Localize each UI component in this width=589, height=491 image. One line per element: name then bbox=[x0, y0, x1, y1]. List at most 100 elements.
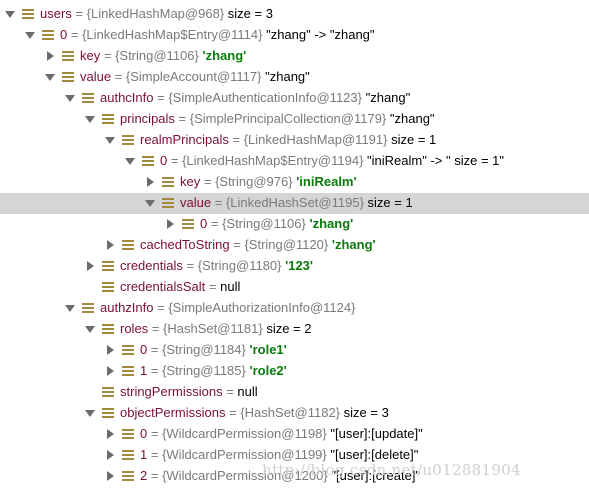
tree-row-text: credentials = {String@1180} '123' bbox=[120, 258, 313, 274]
equals-sign: = bbox=[174, 111, 190, 126]
field-type-id: {String@1185} bbox=[162, 363, 246, 378]
string-value: 'zhang' bbox=[309, 216, 354, 231]
field-type-id: {HashSet@1182} bbox=[240, 405, 341, 420]
field-type-id: {SimpleAccount@1117} bbox=[125, 69, 262, 84]
expand-arrow-down-icon[interactable] bbox=[125, 158, 135, 165]
collapse-arrow-right-icon[interactable] bbox=[147, 177, 154, 187]
field-type-id: {String@976} bbox=[215, 174, 293, 189]
field-type-id: {LinkedHashMap@1191} bbox=[243, 132, 388, 147]
field-icon bbox=[62, 51, 74, 62]
collapse-arrow-right-icon[interactable] bbox=[87, 261, 94, 271]
expand-arrow-down-icon[interactable] bbox=[85, 116, 95, 123]
field-name: roles bbox=[120, 321, 149, 336]
debugger-variables-tree: users = {LinkedHashMap@968} size = 3 0 = … bbox=[0, 0, 589, 491]
field-value-description: "iniRealm" -> " size = 1" bbox=[367, 153, 504, 168]
tree-row[interactable]: users = {LinkedHashMap@968} size = 3 bbox=[0, 4, 589, 25]
field-name: authzInfo bbox=[100, 300, 154, 315]
tree-row-text: 0 = {LinkedHashMap$Entry@1194} "iniRealm… bbox=[160, 153, 504, 169]
tree-row-text: 0 = {String@1106} 'zhang' bbox=[200, 216, 353, 232]
field-value-description: null bbox=[237, 384, 258, 399]
collection-size: size = 3 bbox=[343, 405, 389, 420]
field-icon bbox=[142, 156, 154, 167]
field-icon bbox=[122, 135, 134, 146]
field-icon bbox=[22, 9, 34, 20]
collapse-arrow-right-icon[interactable] bbox=[107, 450, 114, 460]
tree-row[interactable]: 0 = {String@1184} 'role1' bbox=[0, 340, 589, 361]
collapse-arrow-right-icon[interactable] bbox=[107, 240, 114, 250]
collection-size: size = 2 bbox=[266, 321, 312, 336]
field-type-id: {LinkedHashMap$Entry@1194} bbox=[182, 153, 364, 168]
expand-arrow-down-icon[interactable] bbox=[85, 326, 95, 333]
tree-row[interactable]: key = {String@976} 'iniRealm' bbox=[0, 172, 589, 193]
tree-row-text: key = {String@976} 'iniRealm' bbox=[180, 174, 357, 190]
equals-sign: = bbox=[200, 174, 216, 189]
expand-arrow-down-icon[interactable] bbox=[5, 11, 15, 18]
tree-row[interactable]: value = {LinkedHashSet@1195} size = 1 bbox=[0, 193, 589, 214]
tree-row-text: authzInfo = {SimpleAuthorizationInfo@112… bbox=[100, 300, 355, 316]
expand-arrow-down-icon[interactable] bbox=[105, 137, 115, 144]
field-type-id: {HashSet@1181} bbox=[163, 321, 263, 336]
field-type-id: {String@1106} bbox=[115, 48, 199, 63]
tree-row[interactable]: authzInfo = {SimpleAuthorizationInfo@112… bbox=[0, 298, 589, 319]
field-type-id: {WildcardPermission@1199} bbox=[162, 447, 327, 462]
field-value-description: "zhang" bbox=[389, 111, 435, 126]
collapse-arrow-right-icon[interactable] bbox=[107, 345, 114, 355]
tree-row[interactable]: realmPrincipals = {LinkedHashMap@1191} s… bbox=[0, 130, 589, 151]
tree-row[interactable]: 0 = {String@1106} 'zhang' bbox=[0, 214, 589, 235]
tree-row-text: key = {String@1106} 'zhang' bbox=[80, 48, 246, 64]
collapse-arrow-right-icon[interactable] bbox=[47, 51, 54, 61]
field-icon bbox=[122, 450, 134, 461]
field-value-description: "zhang" bbox=[265, 69, 310, 84]
tree-row[interactable]: 0 = {WildcardPermission@1198} "[user]:[u… bbox=[0, 424, 589, 445]
tree-row[interactable]: 0 = {LinkedHashMap$Entry@1194} "iniRealm… bbox=[0, 151, 589, 172]
expand-arrow-down-icon[interactable] bbox=[25, 32, 35, 39]
field-type-id: {WildcardPermission@1198} bbox=[162, 426, 327, 441]
expand-arrow-down-icon[interactable] bbox=[145, 200, 155, 207]
equals-sign: = bbox=[229, 237, 245, 252]
field-value-description: null bbox=[220, 279, 241, 294]
field-icon bbox=[82, 303, 94, 314]
tree-row[interactable]: credentialsSalt = null bbox=[0, 277, 589, 298]
field-type-id: {LinkedHashMap@968} bbox=[86, 6, 225, 21]
field-icon bbox=[162, 198, 174, 209]
field-icon bbox=[62, 72, 74, 83]
tree-row[interactable]: roles = {HashSet@1181} size = 2 bbox=[0, 319, 589, 340]
tree-row[interactable]: 1 = {String@1185} 'role2' bbox=[0, 361, 589, 382]
tree-row-text: roles = {HashSet@1181} size = 2 bbox=[120, 321, 312, 337]
field-name: realmPrincipals bbox=[140, 132, 229, 147]
field-name: value bbox=[80, 69, 112, 84]
field-value-description: "[user]:[delete]" bbox=[330, 447, 419, 462]
equals-sign: = bbox=[100, 48, 116, 63]
field-icon bbox=[162, 177, 174, 188]
tree-row-text: 1 = {String@1185} 'role2' bbox=[140, 363, 287, 379]
field-icon bbox=[122, 429, 134, 440]
equals-sign: = bbox=[71, 6, 87, 21]
tree-row[interactable]: principals = {SimplePrincipalCollection@… bbox=[0, 109, 589, 130]
collapse-arrow-right-icon[interactable] bbox=[107, 471, 114, 481]
tree-row[interactable]: 0 = {LinkedHashMap$Entry@1114} "zhang" -… bbox=[0, 25, 589, 46]
tree-row[interactable]: stringPermissions = null bbox=[0, 382, 589, 403]
collapse-arrow-right-icon[interactable] bbox=[107, 429, 114, 439]
tree-row[interactable]: objectPermissions = {HashSet@1182} size … bbox=[0, 403, 589, 424]
field-icon bbox=[122, 240, 134, 251]
expand-arrow-down-icon[interactable] bbox=[45, 74, 55, 81]
field-icon bbox=[82, 93, 94, 104]
field-icon bbox=[102, 261, 114, 272]
tree-row-text: 0 = {LinkedHashMap$Entry@1114} "zhang" -… bbox=[60, 27, 375, 43]
tree-row[interactable]: authcInfo = {SimpleAuthenticationInfo@11… bbox=[0, 88, 589, 109]
equals-sign: = bbox=[147, 426, 163, 441]
field-name: key bbox=[180, 174, 201, 189]
string-value: 'role2' bbox=[249, 363, 287, 378]
expand-arrow-down-icon[interactable] bbox=[85, 410, 95, 417]
expand-arrow-down-icon[interactable] bbox=[65, 305, 75, 312]
tree-row[interactable]: cachedToString = {String@1120} 'zhang' bbox=[0, 235, 589, 256]
collapse-arrow-right-icon[interactable] bbox=[167, 219, 174, 229]
tree-row[interactable]: key = {String@1106} 'zhang' bbox=[0, 46, 589, 67]
field-type-id: {SimpleAuthenticationInfo@1123} bbox=[168, 90, 362, 105]
tree-row[interactable]: value = {SimpleAccount@1117} "zhang" bbox=[0, 67, 589, 88]
tree-row[interactable]: credentials = {String@1180} '123' bbox=[0, 256, 589, 277]
tree-row-text: 0 = {WildcardPermission@1198} "[user]:[u… bbox=[140, 426, 423, 442]
field-icon bbox=[42, 30, 54, 41]
expand-arrow-down-icon[interactable] bbox=[65, 95, 75, 102]
collapse-arrow-right-icon[interactable] bbox=[107, 366, 114, 376]
